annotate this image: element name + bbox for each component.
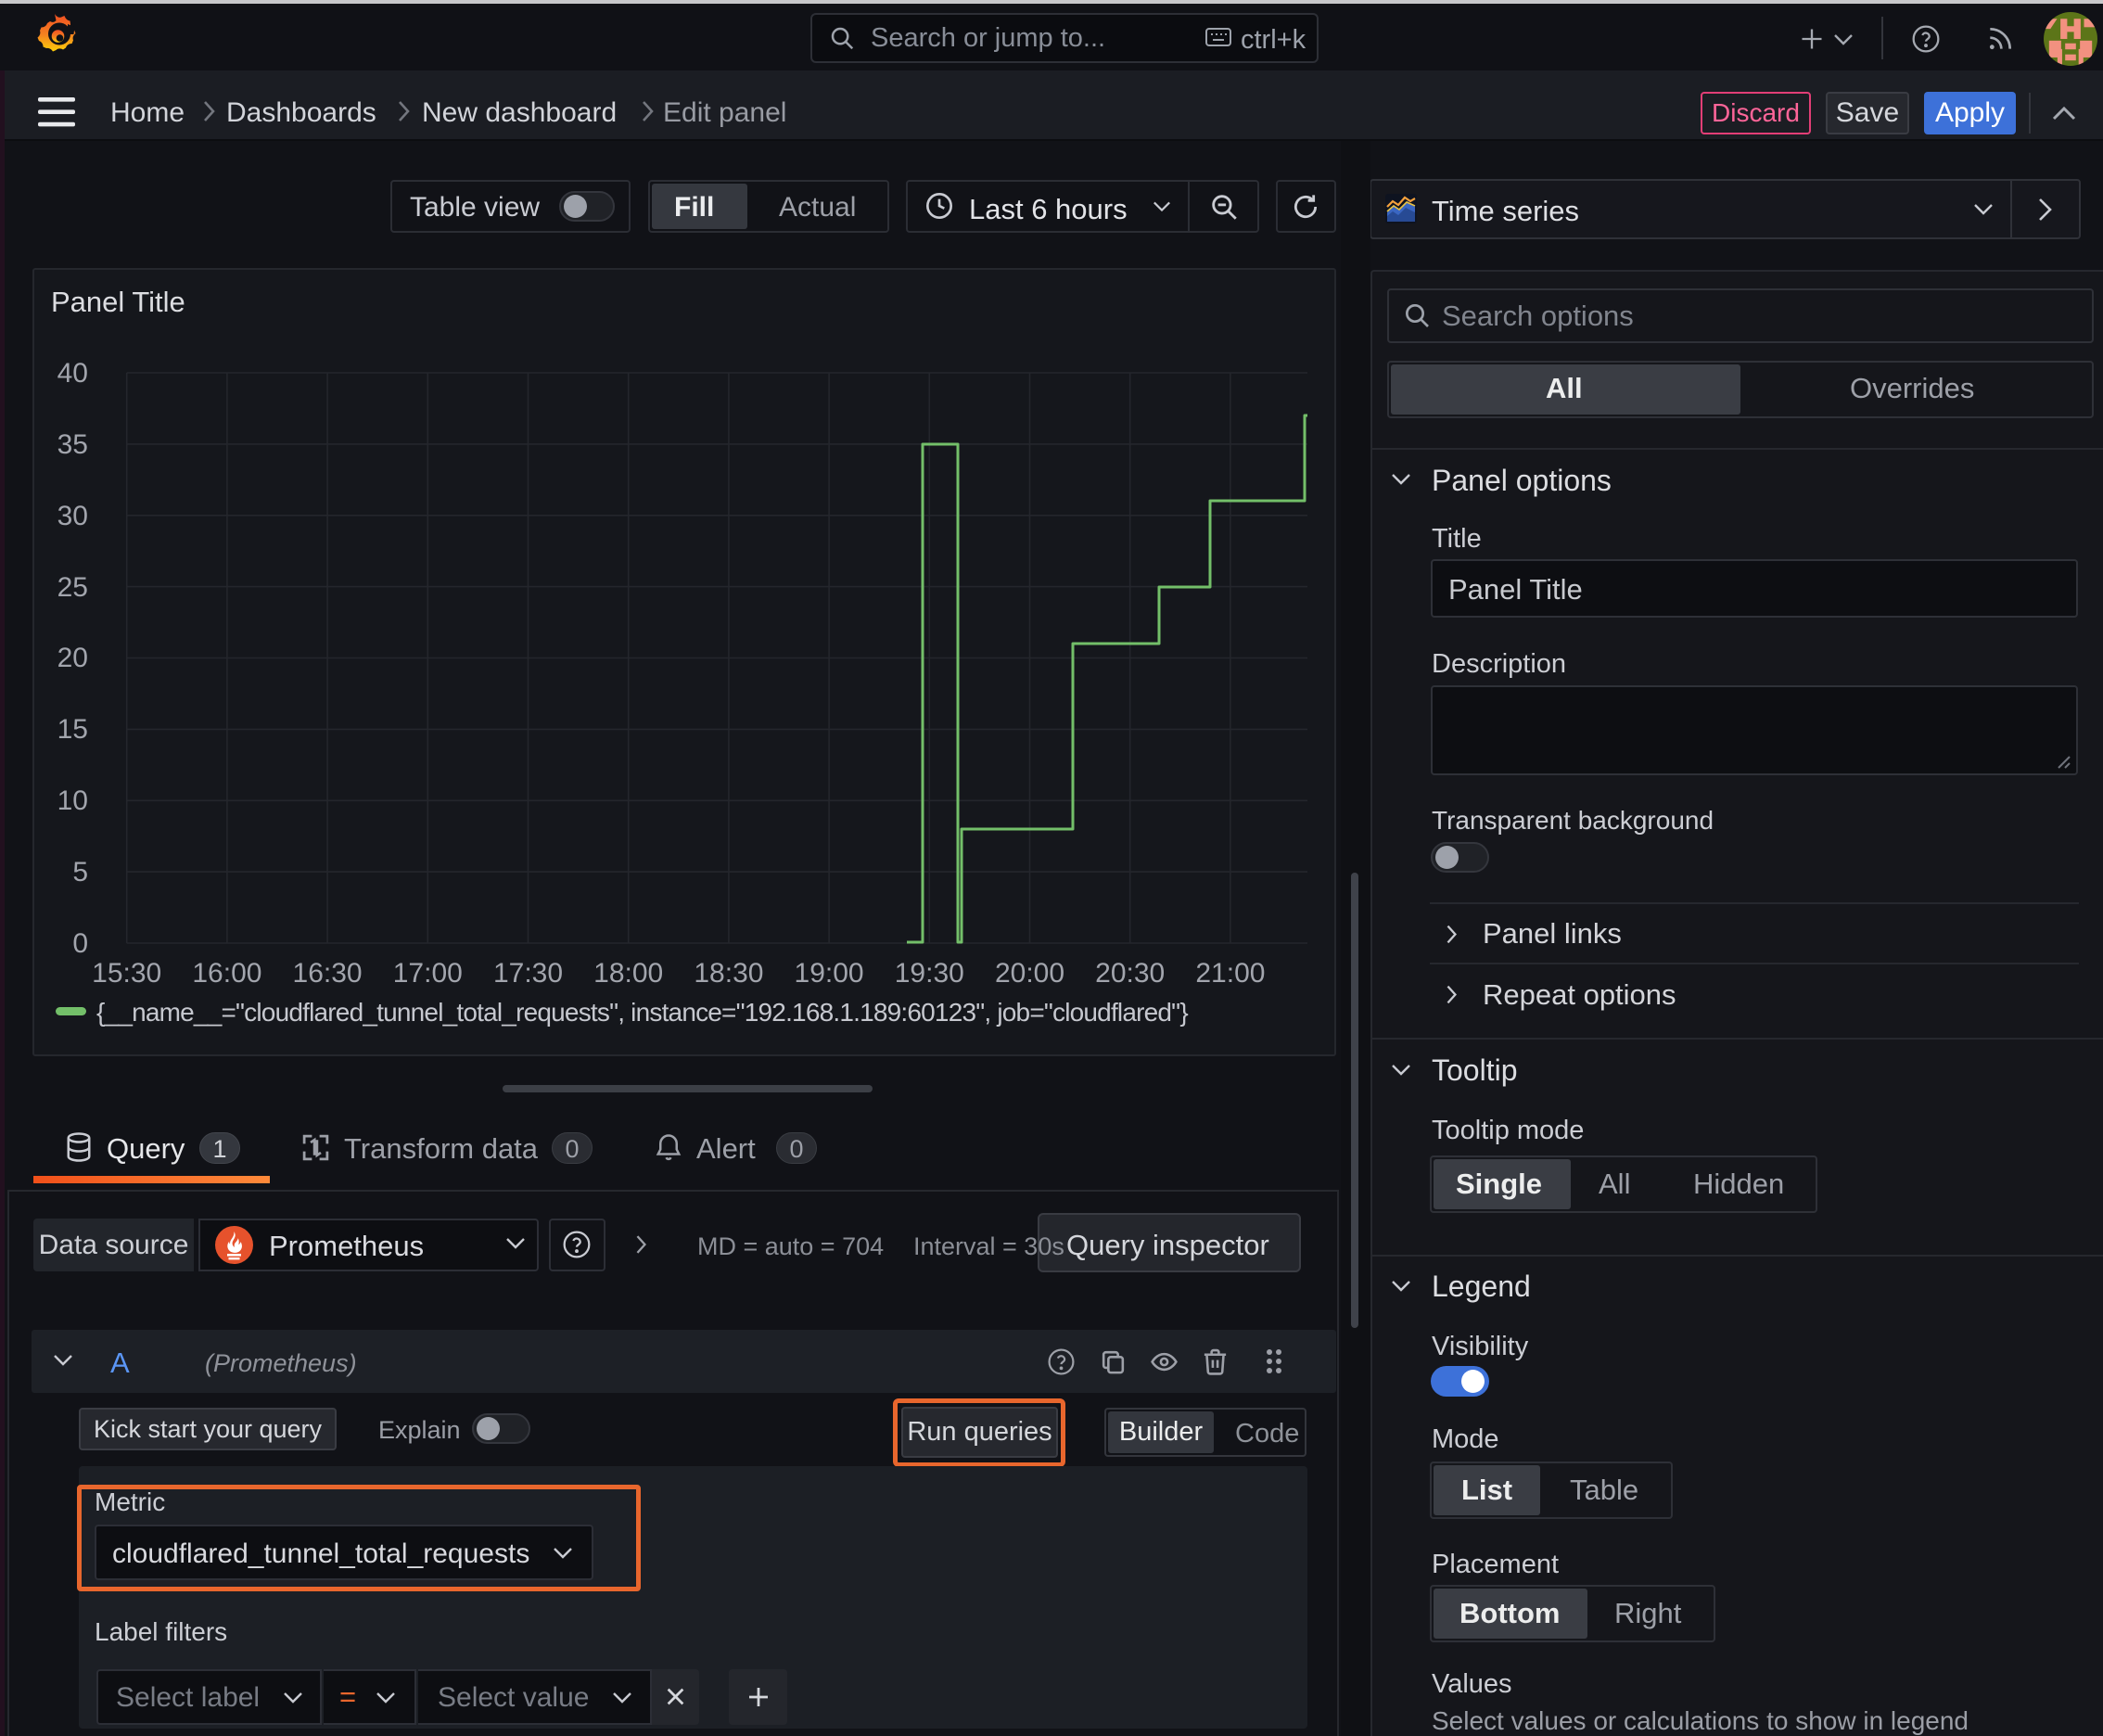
svg-text:18:00: 18:00	[593, 958, 663, 989]
svg-text:15: 15	[57, 714, 88, 745]
svg-text:16:30: 16:30	[293, 958, 363, 989]
svg-text:35: 35	[57, 429, 88, 460]
svg-text:25: 25	[57, 572, 88, 603]
svg-text:15:30: 15:30	[92, 958, 161, 989]
svg-text:20: 20	[57, 643, 88, 673]
svg-text:{__name__="cloudflared_tunnel_: {__name__="cloudflared_tunnel_total_requ…	[96, 998, 1188, 1027]
svg-text:17:30: 17:30	[493, 958, 563, 989]
svg-text:19:30: 19:30	[895, 958, 964, 989]
svg-text:19:00: 19:00	[795, 958, 864, 989]
svg-text:20:30: 20:30	[1095, 958, 1165, 989]
svg-text:30: 30	[57, 501, 88, 531]
svg-text:16:00: 16:00	[192, 958, 261, 989]
svg-text:17:00: 17:00	[393, 958, 463, 989]
svg-text:18:30: 18:30	[694, 958, 763, 989]
svg-text:21:00: 21:00	[1195, 958, 1265, 989]
svg-text:5: 5	[72, 857, 88, 887]
svg-text:0: 0	[72, 928, 88, 959]
svg-text:40: 40	[57, 358, 88, 389]
svg-text:20:00: 20:00	[995, 958, 1064, 989]
svg-text:10: 10	[57, 785, 88, 816]
